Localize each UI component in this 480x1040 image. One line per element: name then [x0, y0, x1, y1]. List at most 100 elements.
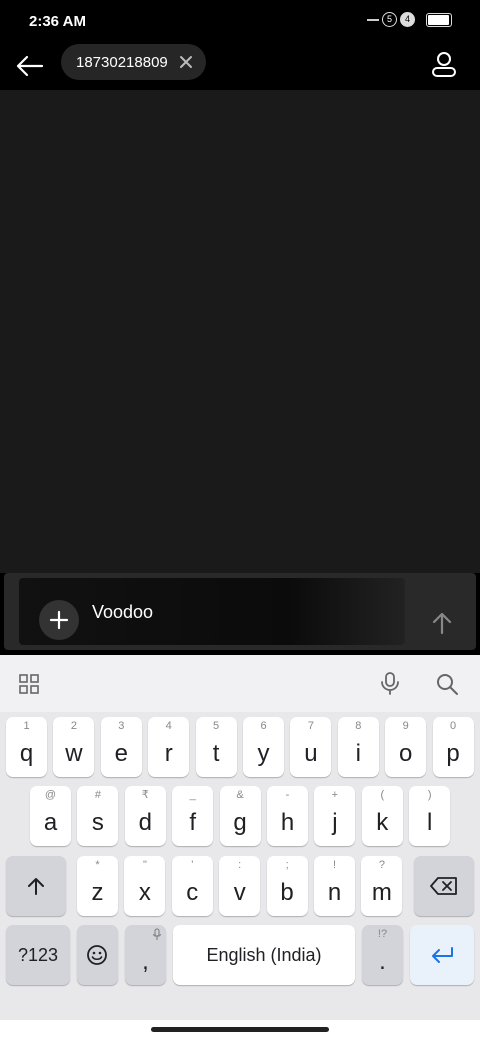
key-f[interactable]: _ f: [172, 786, 214, 846]
key-m[interactable]: ? m: [361, 856, 403, 916]
key-hint: _: [189, 789, 196, 801]
battery-fill: [428, 14, 449, 25]
battery-icon: [426, 12, 452, 27]
key-label: b: [280, 879, 294, 906]
key-hint: 0: [450, 720, 457, 732]
key-label: f: [189, 809, 197, 836]
key-label: o: [399, 740, 413, 767]
recipient-number: 18730218809: [76, 53, 168, 71]
key-h[interactable]: -h: [267, 786, 308, 846]
keyboard-toolbar: [0, 655, 480, 712]
key-label: c: [186, 879, 199, 906]
key-label: v: [233, 879, 246, 906]
comma-label: ,: [142, 948, 149, 975]
signal-line-icon: [367, 18, 379, 21]
key-x[interactable]: " x: [124, 856, 166, 916]
key-v[interactable]: :v: [219, 856, 261, 916]
key-g[interactable]: & g: [219, 786, 261, 846]
key-o[interactable]: 9o: [385, 717, 427, 777]
send-button[interactable]: [428, 609, 456, 637]
period-key[interactable]: !? .: [362, 925, 403, 985]
status-time: 2:36 AM: [29, 13, 86, 30]
key-hint: 1: [23, 720, 30, 732]
key-u[interactable]: 7u: [290, 717, 332, 777]
key-hint: 5: [213, 720, 220, 732]
comma-key[interactable]: ,: [125, 925, 166, 985]
key-hint: ": [142, 859, 147, 871]
key-i[interactable]: 8i: [337, 717, 379, 777]
key-a[interactable]: @ a: [30, 786, 71, 846]
key-label: p: [446, 740, 460, 767]
key-label: s: [91, 809, 104, 836]
key-hint: ): [427, 789, 432, 801]
key-hint: (: [380, 789, 385, 801]
key-hint: !: [332, 859, 337, 871]
key-j[interactable]: + j: [314, 786, 356, 846]
key-n[interactable]: ! n: [314, 856, 355, 916]
message-thread: [0, 90, 480, 573]
key-label: w: [65, 740, 83, 767]
key-y[interactable]: 6y: [243, 717, 284, 777]
key-l[interactable]: ) l: [409, 786, 451, 846]
key-hint: 4: [165, 720, 172, 732]
key-hint: :: [238, 859, 242, 871]
search-icon[interactable]: [434, 671, 460, 697]
key-hint: 6: [260, 720, 267, 732]
key-label: m: [371, 879, 392, 906]
key-hint: *: [95, 859, 100, 871]
key-label: k: [376, 809, 389, 836]
remove-recipient-icon[interactable]: [177, 53, 195, 71]
person-icon: [432, 52, 456, 77]
conversation-header: 18730218809: [0, 42, 480, 90]
key-label: a: [43, 809, 58, 836]
emoji-icon: [87, 945, 107, 965]
emoji-key[interactable]: [77, 925, 118, 985]
key-hint: -: [285, 789, 290, 801]
home-indicator[interactable]: [151, 1027, 329, 1032]
enter-key[interactable]: [410, 925, 474, 985]
key-label: q: [19, 740, 34, 767]
shift-arrow-icon: [28, 878, 44, 895]
key-hint: @: [44, 789, 57, 801]
space-key[interactable]: English (India): [173, 925, 355, 985]
key-c[interactable]: ' c: [171, 856, 213, 916]
enter-icon: [432, 947, 453, 963]
key-label: z: [91, 879, 104, 906]
key-w[interactable]: 2w: [53, 717, 95, 777]
key-hint: 3: [118, 720, 125, 732]
recipient-chip[interactable]: 18730218809: [61, 44, 206, 80]
back-arrow-icon: [16, 55, 44, 77]
key-label: y: [257, 740, 270, 767]
keyboard: 1q2w3e4r5t6y7u8i9o0p @ a # s ₹ d _ f & g - h + j(k) l …: [0, 655, 480, 1020]
key-q[interactable]: 1q: [6, 717, 47, 777]
key-d[interactable]: ₹ d: [124, 786, 166, 846]
microphone-icon[interactable]: [378, 671, 402, 695]
key-b[interactable]: ; b: [266, 856, 308, 916]
key-k[interactable]: (k: [361, 786, 403, 846]
send-arrow-icon: [432, 612, 452, 635]
key-label: g: [233, 809, 247, 836]
sim2-icon: 4: [400, 12, 415, 27]
key-hint: ;: [285, 859, 289, 871]
shift-key[interactable]: [6, 856, 66, 916]
key-p[interactable]: 0p: [432, 717, 474, 777]
key-s[interactable]: # s: [77, 786, 119, 846]
space-label: English (India): [206, 944, 322, 965]
attach-button[interactable]: [39, 600, 79, 640]
key-label: r: [164, 740, 173, 767]
key-z[interactable]: * z: [77, 856, 118, 916]
key-e[interactable]: 3e: [100, 717, 142, 777]
status-bar: 2:36 AM 5 4: [0, 0, 480, 42]
key-r[interactable]: 4r: [148, 717, 190, 777]
key-hint: #: [94, 789, 101, 801]
symbols-key[interactable]: ?123: [6, 925, 70, 985]
status-icons: 5 4: [367, 12, 452, 27]
add-contact-button[interactable]: [430, 50, 458, 78]
message-text: Voodoo: [92, 602, 154, 622]
backspace-key[interactable]: [414, 856, 474, 916]
key-t[interactable]: 5t: [195, 717, 237, 777]
key-hint: ₹: [141, 789, 149, 801]
plus-icon: [49, 610, 69, 630]
back-button[interactable]: [14, 50, 46, 82]
apps-grid-icon[interactable]: [18, 673, 40, 695]
